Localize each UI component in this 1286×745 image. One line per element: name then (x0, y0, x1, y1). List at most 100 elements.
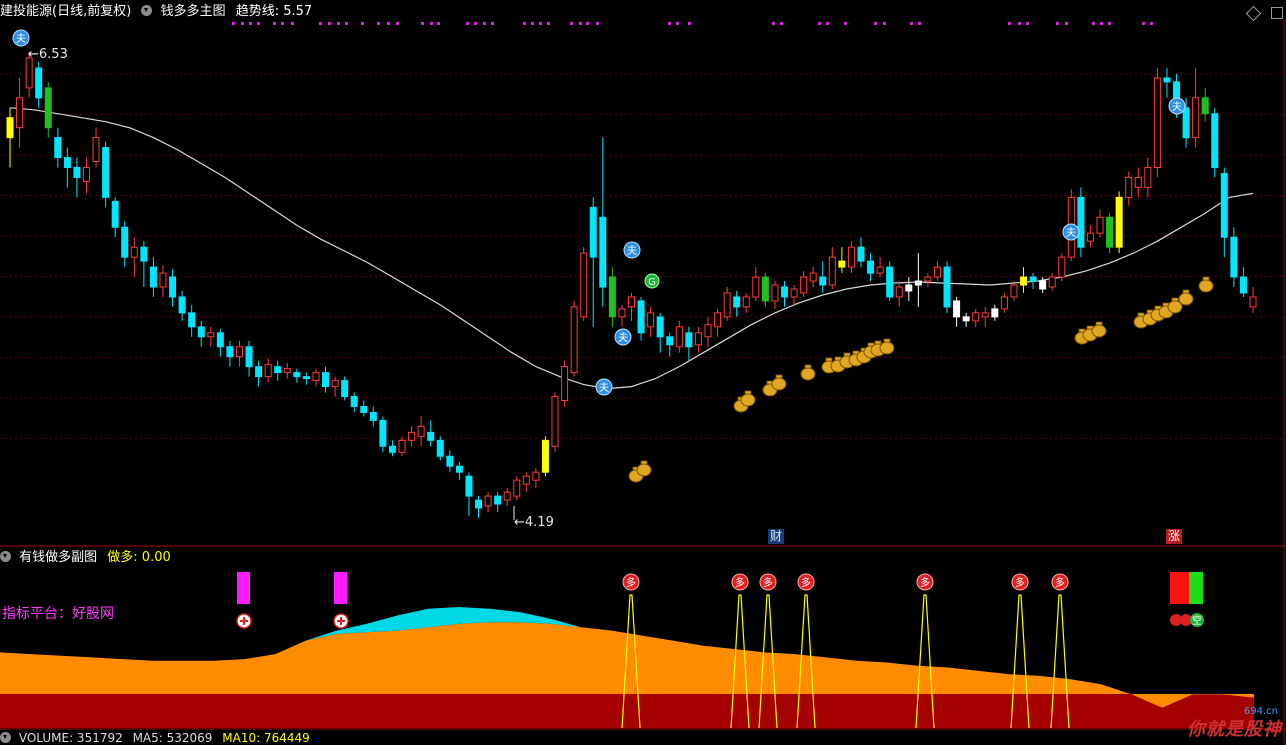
buy-marker-label: 夫 (627, 245, 637, 257)
candle (350, 392, 358, 413)
candle (417, 416, 425, 447)
stock-title[interactable]: 建投能源(日线,前复权) (0, 4, 131, 19)
zhang-badge[interactable]: 涨 (1166, 529, 1183, 544)
candle (149, 257, 157, 297)
candle-body (666, 336, 674, 346)
candle-body (341, 380, 349, 398)
candle (475, 496, 483, 518)
buy-marker-label: 夫 (618, 332, 628, 344)
candle (436, 436, 444, 461)
candle (111, 197, 119, 238)
candle-body (494, 495, 502, 505)
money-bag-icon (1198, 276, 1214, 293)
sub-base-band (0, 694, 1254, 728)
money-bag-body (1091, 324, 1107, 338)
candle-body (178, 296, 186, 314)
candle (379, 416, 387, 453)
candle (972, 308, 980, 327)
candle-body (235, 346, 243, 358)
signal-dot (676, 22, 679, 25)
candle-body (943, 266, 951, 308)
dropdown-icon[interactable] (141, 5, 153, 16)
candle (1239, 267, 1247, 297)
candle-body (398, 439, 406, 453)
candle (962, 312, 970, 327)
candle-body (6, 117, 14, 139)
signal-dot (377, 22, 380, 25)
candle (302, 372, 310, 385)
dropdown-icon[interactable] (0, 732, 11, 743)
candle (532, 468, 540, 489)
candle-body (1077, 196, 1085, 248)
candle-body (828, 256, 836, 286)
candle-body (293, 372, 301, 378)
candle (924, 273, 932, 287)
candle (905, 277, 913, 301)
candle (876, 257, 884, 278)
signal-dot (579, 22, 582, 25)
money-bag-neck (1202, 276, 1210, 281)
candle-body (379, 419, 387, 447)
main-price-chart[interactable]: 夫夫夫夫夫夫G←6.53←4.19 多多多多多多多空 (0, 0, 1286, 745)
square-icon[interactable] (1271, 7, 1283, 19)
sub-indicator-title[interactable]: 有钱做多副图 (19, 550, 97, 565)
sub-value: 做多: 0.00 (107, 550, 171, 565)
money-bag-icon (740, 390, 756, 407)
candle (274, 360, 282, 381)
cai-badge[interactable]: 财 (768, 529, 785, 544)
candle-body (169, 276, 177, 298)
candle (790, 285, 798, 305)
candle (255, 360, 263, 387)
indicator-title[interactable]: 钱多多主图 (161, 4, 226, 19)
signal-dot (539, 22, 542, 25)
magenta-bar (334, 572, 347, 604)
money-bag-body (771, 377, 787, 391)
candle (54, 127, 62, 168)
candle-body (350, 396, 358, 407)
candle (589, 197, 597, 327)
candle (800, 271, 808, 297)
candle-body (73, 167, 81, 178)
candle-body (599, 216, 607, 288)
red-block (1170, 572, 1189, 604)
buy-marker-label: 夫 (16, 33, 26, 45)
ma5-value: MA5: 532069 (132, 731, 213, 745)
candle-body (1163, 77, 1171, 83)
candle (991, 304, 999, 321)
buy-marker: 夫 (1062, 223, 1080, 241)
candle-body (1086, 232, 1094, 242)
candle-body (1010, 284, 1018, 298)
candle (694, 326, 702, 353)
signal-dot (291, 22, 294, 25)
candle-body (838, 260, 846, 268)
candle-body (991, 308, 999, 318)
signal-dot (345, 22, 348, 25)
candle-body (694, 332, 702, 346)
candle (809, 267, 817, 287)
signal-dot (1026, 22, 1029, 25)
dropdown-icon[interactable] (0, 551, 11, 562)
signal-dot (328, 22, 331, 25)
kong-marker-label: 空 (1192, 614, 1202, 627)
candle (369, 406, 377, 427)
candle-body (714, 312, 722, 328)
candle (541, 436, 549, 477)
candle (226, 340, 234, 367)
buy-marker-label: 夫 (1066, 227, 1076, 239)
money-bag-neck (874, 340, 882, 345)
buy-marker-label: 夫 (599, 382, 609, 394)
candle-body (92, 137, 100, 163)
candle-body (704, 324, 712, 338)
candle (1106, 213, 1114, 254)
plus-icon (333, 613, 349, 629)
candle-body (752, 276, 760, 298)
candle (1077, 187, 1085, 258)
candle-body (742, 296, 750, 308)
chart-stage[interactable]: 夫夫夫夫夫夫 G ←6.53 ←4.19 多多多多多多多空 (0, 0, 1286, 745)
candle-body (484, 495, 492, 507)
candle-body (972, 312, 980, 322)
signal-dot (421, 22, 424, 25)
signal-dot (826, 22, 829, 25)
candle-body (216, 332, 224, 348)
candle (207, 326, 215, 347)
